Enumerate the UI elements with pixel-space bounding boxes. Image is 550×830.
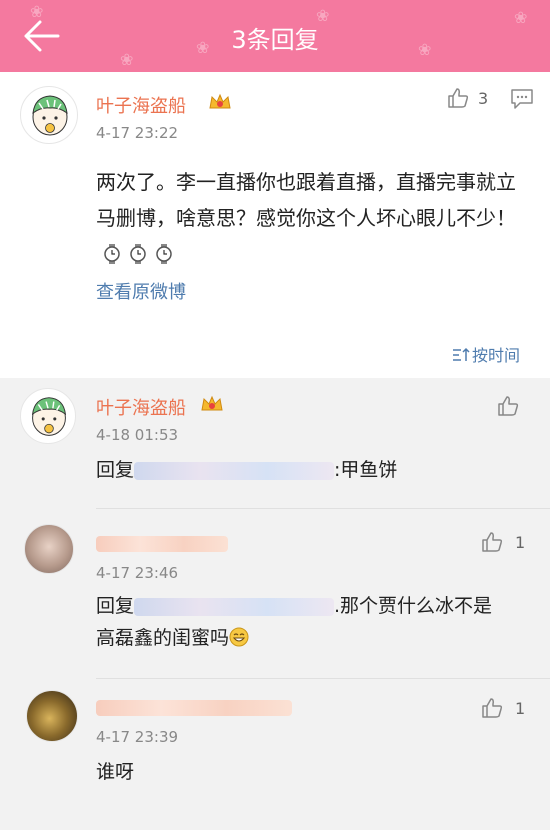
avatar[interactable] xyxy=(20,86,78,144)
view-original-link[interactable]: 查看原微博 xyxy=(96,278,186,304)
timestamp: 4-17 23:22 xyxy=(96,124,179,142)
thumbs-up-icon[interactable] xyxy=(480,530,504,554)
reply-text: 回复 .那个贾什么冰不是 高磊鑫的闺蜜吗 xyxy=(96,595,493,649)
page-title: 3条回复 xyxy=(231,26,319,54)
like-count: 1 xyxy=(515,699,526,718)
watch-emoji-icon xyxy=(156,244,172,264)
like-count: 1 xyxy=(515,533,526,552)
cartoon-baby-avatar-icon xyxy=(32,95,68,136)
avatar[interactable] xyxy=(26,690,78,742)
timestamp: 4-17 23:39 xyxy=(96,728,179,746)
thumbs-up-icon[interactable] xyxy=(446,86,470,110)
divider xyxy=(96,508,550,509)
reply-text: 回复:甲鱼饼 xyxy=(96,459,398,481)
crown-badge-icon xyxy=(209,93,231,109)
redacted-username xyxy=(134,597,335,616)
avatar[interactable] xyxy=(24,524,74,574)
main-comment: 叶子海盗船 4-17 23:22 3 两次了。李一直播你也跟着直播，直播完事就立… xyxy=(0,72,550,378)
watch-emoji-icon xyxy=(104,244,120,264)
grin-emoji-icon xyxy=(229,627,249,647)
sort-icon xyxy=(452,347,470,361)
reply-text: 谁呀 xyxy=(96,761,135,783)
timestamp: 4-17 23:46 xyxy=(96,564,179,582)
redacted-username[interactable] xyxy=(96,700,292,716)
like-count: 3 xyxy=(478,89,489,108)
thumbs-up-icon[interactable] xyxy=(496,394,520,418)
divider xyxy=(96,678,550,679)
redacted-username xyxy=(134,461,335,480)
thumbs-up-icon[interactable] xyxy=(480,696,504,720)
timestamp: 4-18 01:53 xyxy=(96,426,179,444)
username[interactable]: 叶子海盗船 xyxy=(96,92,186,118)
app-header: ❀ ❀ ❀ ❀ ❀ ❀ 3条回复 xyxy=(0,0,550,72)
cartoon-baby-avatar-icon xyxy=(31,397,67,436)
watch-emoji-icon xyxy=(130,244,146,264)
avatar[interactable] xyxy=(20,388,76,444)
username[interactable]: 叶子海盗船 xyxy=(96,394,186,420)
reply-list: 叶子海盗船 4-18 01:53 回复:甲鱼饼 4-17 23:46 1 回复.… xyxy=(0,378,550,830)
comment-icon[interactable] xyxy=(510,88,534,110)
redacted-username[interactable] xyxy=(96,536,228,552)
comment-text: 两次了。李一直播你也跟着直播，直播完事就立马删博，啥意思？感觉你这个人坏心眼儿不… xyxy=(96,164,526,272)
sort-by-time-button[interactable]: 按时间 xyxy=(452,342,520,366)
crown-badge-icon xyxy=(201,395,223,411)
